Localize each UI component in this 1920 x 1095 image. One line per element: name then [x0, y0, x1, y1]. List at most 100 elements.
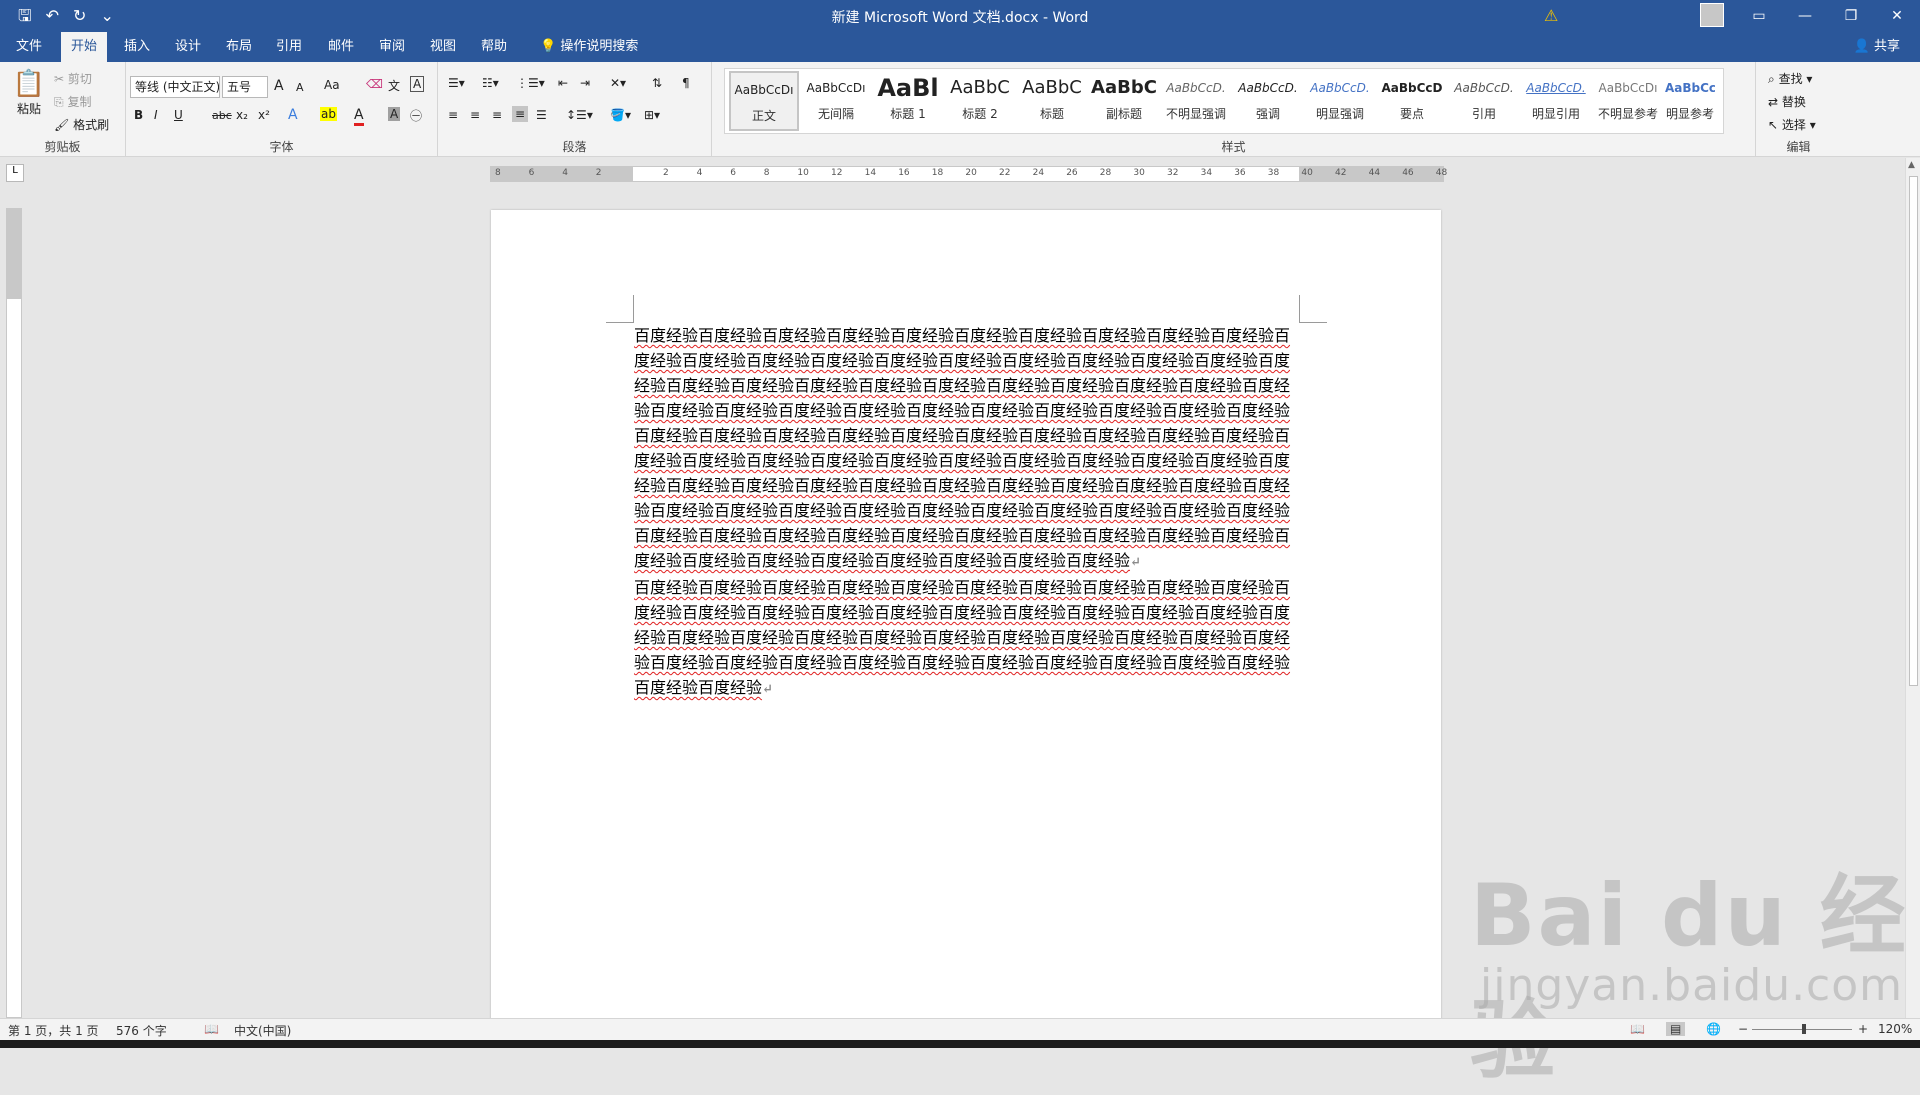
align-right-icon[interactable]: ≡	[492, 108, 502, 122]
superscript-button[interactable]: x²	[258, 108, 270, 122]
avatar[interactable]	[1700, 3, 1724, 27]
show-marks-icon[interactable]: ¶	[682, 76, 690, 90]
style-intense-emphasis[interactable]: AaBbCcD. 明显强调	[1305, 71, 1375, 131]
find-button[interactable]: ⌕ 查找 ▾	[1768, 70, 1812, 87]
change-case-button[interactable]: Aa	[324, 78, 340, 92]
zoom-slider[interactable]	[1752, 1024, 1852, 1034]
font-color-button[interactable]: A	[354, 107, 364, 126]
copy-icon: ⎘	[54, 95, 64, 109]
style-subtle-emphasis[interactable]: AaBbCcD. 不明显强调	[1161, 71, 1231, 131]
tab-layout[interactable]: 布局	[216, 32, 262, 62]
restore-button[interactable]: ❐	[1828, 0, 1874, 32]
paste-button[interactable]: 📋 粘贴	[12, 68, 46, 117]
scroll-thumb[interactable]	[1909, 176, 1918, 686]
style-preview: AaBbCcDı	[734, 83, 794, 97]
increase-indent-icon[interactable]: ⇥	[580, 76, 590, 90]
enclose-characters-icon[interactable]: ㊀	[410, 107, 422, 124]
paragraph[interactable]: 百度经验百度经验百度经验百度经验百度经验百度经验百度经验百度经验百度经验百度经验…	[634, 323, 1299, 575]
underline-button[interactable]: U	[174, 108, 183, 122]
style-subtle-reference[interactable]: AaBbCcDı 不明显参考	[1593, 71, 1663, 131]
tab-design[interactable]: 设计	[165, 32, 211, 62]
warning-icon[interactable]: ⚠	[1544, 6, 1558, 25]
italic-button[interactable]: I	[154, 108, 158, 122]
tell-me-search[interactable]: 💡 操作说明搜索	[530, 32, 648, 62]
phonetic-guide-icon[interactable]: 文	[388, 77, 400, 94]
line-spacing-icon[interactable]: ↕☰▾	[566, 108, 593, 122]
sort-icon[interactable]: ⇅	[652, 76, 662, 90]
chinese-layout-icon[interactable]: ✕▾	[610, 76, 626, 90]
font-name-combo[interactable]: 等线 (中文正文)	[130, 76, 220, 98]
format-painter-button[interactable]: 🖌 格式刷	[54, 116, 109, 133]
style-intense-quote[interactable]: AaBbCcD. 明显引用	[1521, 71, 1591, 131]
ruler-bar: L 8 6 4 2 2 4 6 8 10 12 14 16 18 20 22 24 26 28 30 32 34 36 38…	[0, 158, 1920, 188]
tab-mailings[interactable]: 邮件	[318, 32, 364, 62]
decrease-indent-icon[interactable]: ⇤	[558, 76, 568, 90]
proofing-icon[interactable]: 📖	[204, 1022, 219, 1036]
horizontal-ruler[interactable]: 8 6 4 2 2 4 6 8 10 12 14 16 18 20 22 24 26 28 30 32 34 36 38 40…	[490, 166, 1447, 182]
page-count[interactable]: 第 1 页，共 1 页	[8, 1022, 99, 1039]
select-button[interactable]: ↖ 选择 ▾	[1768, 116, 1816, 133]
tab-file[interactable]: 文件	[6, 32, 52, 62]
style-heading-2[interactable]: AaBbC 标题 2	[945, 71, 1015, 131]
ribbon-display-options-button[interactable]: ▭	[1736, 0, 1782, 32]
cut-button[interactable]: ✂ 剪切	[54, 70, 92, 87]
tab-home[interactable]: 开始	[61, 32, 108, 62]
bullets-icon[interactable]: ☰▾	[448, 76, 465, 90]
highlight-button[interactable]: ab	[320, 107, 337, 121]
word-count[interactable]: 576 个字	[116, 1022, 167, 1039]
bold-button[interactable]: B	[134, 108, 143, 122]
style-normal[interactable]: AaBbCcDı 正文	[729, 71, 799, 131]
paragraph[interactable]: 百度经验百度经验百度经验百度经验百度经验百度经验百度经验百度经验百度经验百度经验…	[634, 575, 1299, 702]
style-quote[interactable]: AaBbCcD. 引用	[1449, 71, 1519, 131]
tab-review[interactable]: 审阅	[369, 32, 415, 62]
distributed-icon[interactable]: ☰	[536, 108, 547, 122]
character-shading-button[interactable]: A	[388, 107, 401, 121]
zoom-out-icon[interactable]: −	[1738, 1022, 1748, 1036]
copy-button[interactable]: ⎘ 复制	[54, 93, 91, 110]
justify-icon[interactable]: ≡	[512, 106, 529, 122]
web-layout-icon[interactable]: 🌐	[1706, 1022, 1721, 1036]
style-heading-1[interactable]: AaBl 标题 1	[873, 71, 943, 131]
zoom-level[interactable]: 120%	[1878, 1022, 1912, 1036]
read-mode-icon[interactable]: 📖	[1630, 1022, 1645, 1036]
clear-formatting-icon[interactable]: ⌫	[366, 77, 383, 91]
minimize-button[interactable]: —	[1782, 0, 1828, 32]
shrink-font-button[interactable]: A	[296, 81, 304, 94]
numbering-icon[interactable]: ☷▾	[482, 76, 499, 90]
style-title[interactable]: AaBbC 标题	[1017, 71, 1087, 131]
tab-help[interactable]: 帮助	[471, 32, 517, 62]
shading-icon[interactable]: 🪣▾	[610, 108, 631, 122]
tab-insert[interactable]: 插入	[114, 32, 160, 62]
grow-font-button[interactable]: A	[274, 78, 284, 94]
font-size-combo[interactable]: 五号	[222, 76, 268, 98]
tab-view[interactable]: 视图	[420, 32, 466, 62]
style-no-spacing[interactable]: AaBbCcDı 无间隔	[801, 71, 871, 131]
tab-references[interactable]: 引用	[266, 32, 312, 62]
borders-icon[interactable]: ⊞▾	[644, 108, 660, 122]
language[interactable]: 中文(中国)	[234, 1022, 291, 1039]
multilevel-list-icon[interactable]: ⋮☰▾	[516, 76, 545, 90]
character-border-icon[interactable]: A	[410, 76, 425, 92]
align-left-icon[interactable]: ≡	[448, 108, 458, 122]
replace-button[interactable]: ⇄ 替换	[1768, 93, 1806, 110]
style-name: 标题	[1039, 107, 1064, 121]
style-intense-reference[interactable]: AaBbCcDı 明显参考	[1665, 71, 1715, 131]
share-button[interactable]: 👤 共享	[1854, 32, 1900, 62]
style-emphasis[interactable]: AaBbCcD. 强调	[1233, 71, 1303, 131]
scroll-up-icon[interactable]: ▲	[1908, 160, 1915, 170]
style-strong[interactable]: AaBbCcD 要点	[1377, 71, 1447, 131]
text-effects-button[interactable]: A	[288, 107, 298, 123]
print-layout-icon[interactable]: ▤	[1666, 1022, 1686, 1036]
document-page[interactable]: 百度经验百度经验百度经验百度经验百度经验百度经验百度经验百度经验百度经验百度经验…	[491, 210, 1441, 1018]
vertical-ruler[interactable]	[6, 208, 22, 1018]
tab-selector[interactable]: L	[6, 164, 24, 182]
close-button[interactable]: ✕	[1874, 0, 1920, 32]
strikethrough-button[interactable]: abc	[212, 109, 232, 122]
subscript-button[interactable]: x₂	[236, 108, 248, 122]
align-center-icon[interactable]: ≡	[470, 108, 480, 122]
zoom-in-icon[interactable]: +	[1858, 1022, 1868, 1036]
ruler-tick-label: 12	[831, 168, 843, 178]
document-body[interactable]: 百度经验百度经验百度经验百度经验百度经验百度经验百度经验百度经验百度经验百度经验…	[634, 323, 1299, 702]
style-subtitle[interactable]: AaBbC 副标题	[1089, 71, 1159, 131]
zoom-slider-thumb[interactable]	[1802, 1024, 1806, 1034]
